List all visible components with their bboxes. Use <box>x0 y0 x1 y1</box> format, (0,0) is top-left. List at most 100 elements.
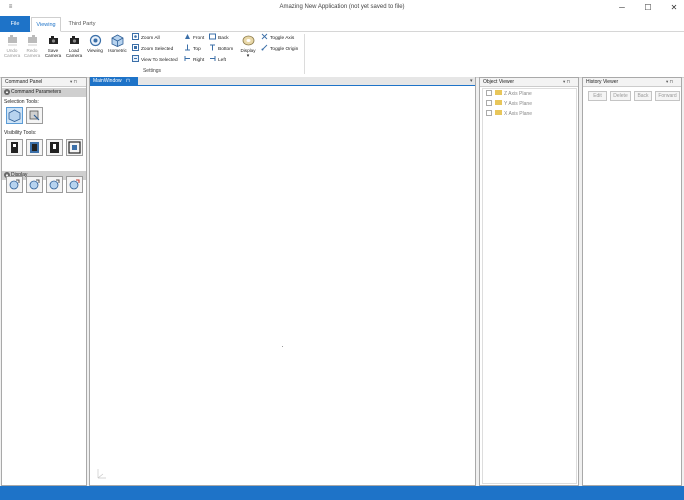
front-view-button[interactable]: Front <box>184 34 204 44</box>
command-panel-pin-icon[interactable]: ▾ ⊓ <box>70 79 77 85</box>
main-window-tabstrip <box>90 77 475 86</box>
display-mode-icon <box>49 179 60 190</box>
ribbon-tab-row <box>0 16 684 32</box>
right-view-label: Right <box>193 58 205 63</box>
tab-file[interactable]: File <box>0 16 30 32</box>
redo-camera-icon <box>27 35 37 46</box>
object-viewer-title: Object Viewer <box>483 79 515 85</box>
visibility-checkbox[interactable] <box>486 99 492 106</box>
front-view-icon <box>185 34 190 40</box>
main-window-tab-label: MainWindow <box>93 78 122 84</box>
view-to-selected-button[interactable]: View To Selected <box>132 55 178 66</box>
command-parameters-label: Command Parameters <box>11 89 62 95</box>
undo-camera-button[interactable]: Undo Camera <box>3 34 21 66</box>
visibility-checkbox[interactable] <box>486 109 492 116</box>
viewing-label: Viewing <box>86 48 103 53</box>
zoom-selected-button[interactable]: Zoom Selected <box>132 44 174 55</box>
history-viewer-title: History Viewer <box>586 79 619 85</box>
zoom-selected-label: Zoom Selected <box>141 47 174 52</box>
folder-icon <box>495 110 502 116</box>
history-edit-button[interactable]: Edit <box>588 91 607 101</box>
tree-item-label: Z Axis Plane <box>504 91 532 97</box>
command-panel-title: Command Panel <box>5 79 43 85</box>
ribbon-group-divider <box>304 34 305 74</box>
object-viewer-pin-icon[interactable]: ▾ ⊓ <box>563 79 570 85</box>
save-camera-button[interactable]: Save Camera <box>44 34 62 66</box>
display-tool-1-button[interactable] <box>6 176 23 193</box>
select-object-tool-button[interactable] <box>6 107 23 124</box>
visibility-tool-4-button[interactable] <box>66 139 83 156</box>
left-view-button[interactable]: Left <box>209 56 226 66</box>
top-view-icon <box>185 44 190 51</box>
visibility-tool-3-button[interactable] <box>46 139 63 156</box>
select-cube-icon <box>8 109 21 122</box>
tab-dropdown-icon[interactable]: ▾ <box>470 78 473 84</box>
main-window-tab[interactable]: MainWindow ⊓ <box>90 77 138 85</box>
collapse-icon: ▲ <box>4 89 10 95</box>
tree-item-label: Y Axis Plane <box>504 101 532 107</box>
back-view-label: Back <box>218 36 229 41</box>
top-view-button[interactable]: Top <box>184 44 201 55</box>
history-viewer-panel <box>582 77 682 486</box>
display-disc-icon <box>242 35 254 46</box>
visibility-tool-2-button[interactable] <box>26 139 43 156</box>
axis-triad-icon <box>97 469 106 479</box>
object-tree <box>482 88 577 484</box>
back-view-button[interactable]: Back <box>209 33 229 44</box>
visibility-tools-label: Visibility Tools: <box>4 130 37 136</box>
history-back-button[interactable]: Back <box>634 91 652 101</box>
right-view-button[interactable]: Right <box>184 56 204 66</box>
minimize-button[interactable]: ─ <box>612 2 632 14</box>
show-object-icon <box>50 142 59 153</box>
tab-third-party[interactable]: Third Party <box>64 17 100 32</box>
tree-item-z-axis-plane[interactable]: Z Axis Plane <box>486 89 532 99</box>
show-all-icon <box>68 141 81 154</box>
chevron-down-icon: ▾ <box>246 53 250 59</box>
top-view-label: Top <box>193 47 201 52</box>
select-region-tool-button[interactable] <box>26 107 43 124</box>
bottom-view-button[interactable]: Bottom <box>209 44 233 55</box>
display-tool-4-button[interactable] <box>66 176 83 193</box>
tree-item-y-axis-plane[interactable]: Y Axis Plane <box>486 99 532 109</box>
viewing-button[interactable]: Viewing <box>86 34 104 66</box>
display-dropdown-button[interactable]: Display ▾ <box>238 34 258 66</box>
visibility-checkbox[interactable] <box>486 89 492 96</box>
tree-item-x-axis-plane[interactable]: X Axis Plane <box>486 109 532 119</box>
history-viewer-pin-icon[interactable]: ▾ ⊓ <box>666 79 673 85</box>
history-delete-button[interactable]: Delete <box>610 91 631 101</box>
undo-camera-label-2: Camera <box>3 53 21 58</box>
app-menu-icon[interactable]: ≡ <box>7 4 14 11</box>
right-view-icon <box>184 56 190 62</box>
origin-icon <box>261 44 268 51</box>
save-camera-label-2: Camera <box>44 53 62 58</box>
maximize-button[interactable]: ☐ <box>638 2 658 14</box>
pin-icon[interactable]: ⊓ <box>126 78 130 84</box>
zoom-all-button[interactable]: Zoom All <box>132 33 160 44</box>
history-forward-button[interactable]: Forward <box>655 91 680 101</box>
toggle-origin-button[interactable]: Toggle Origin <box>261 44 298 55</box>
load-camera-button[interactable]: Load Camera <box>64 34 84 66</box>
load-camera-icon <box>69 36 79 44</box>
view-to-selected-label: View To Selected <box>141 58 178 63</box>
close-button[interactable]: ✕ <box>664 2 684 14</box>
redo-camera-label-2: Camera <box>23 53 41 58</box>
folder-icon <box>495 100 502 106</box>
display-tool-2-button[interactable] <box>26 176 43 193</box>
save-camera-icon <box>48 36 58 44</box>
display-tool-3-button[interactable] <box>46 176 63 193</box>
select-region-icon <box>29 110 40 121</box>
viewport-canvas[interactable] <box>90 87 475 485</box>
view-to-selected-icon <box>132 55 139 63</box>
load-camera-label-2: Camera <box>65 53 83 58</box>
tree-item-label: X Axis Plane <box>504 111 533 117</box>
toggle-axis-button[interactable]: Toggle Axis <box>261 33 294 44</box>
redo-camera-button[interactable]: Redo Camera <box>23 34 41 66</box>
hide-object-icon <box>11 142 18 153</box>
isometric-button[interactable]: Isometric <box>106 34 129 66</box>
tab-viewing[interactable]: Viewing <box>31 17 61 32</box>
command-parameters-section[interactable]: ▲ Command Parameters <box>2 88 86 97</box>
ribbon-group-label: Settings <box>142 68 162 74</box>
display-mode-icon <box>29 179 40 190</box>
visibility-tool-1-button[interactable] <box>6 139 23 156</box>
axis-icon <box>261 33 268 40</box>
